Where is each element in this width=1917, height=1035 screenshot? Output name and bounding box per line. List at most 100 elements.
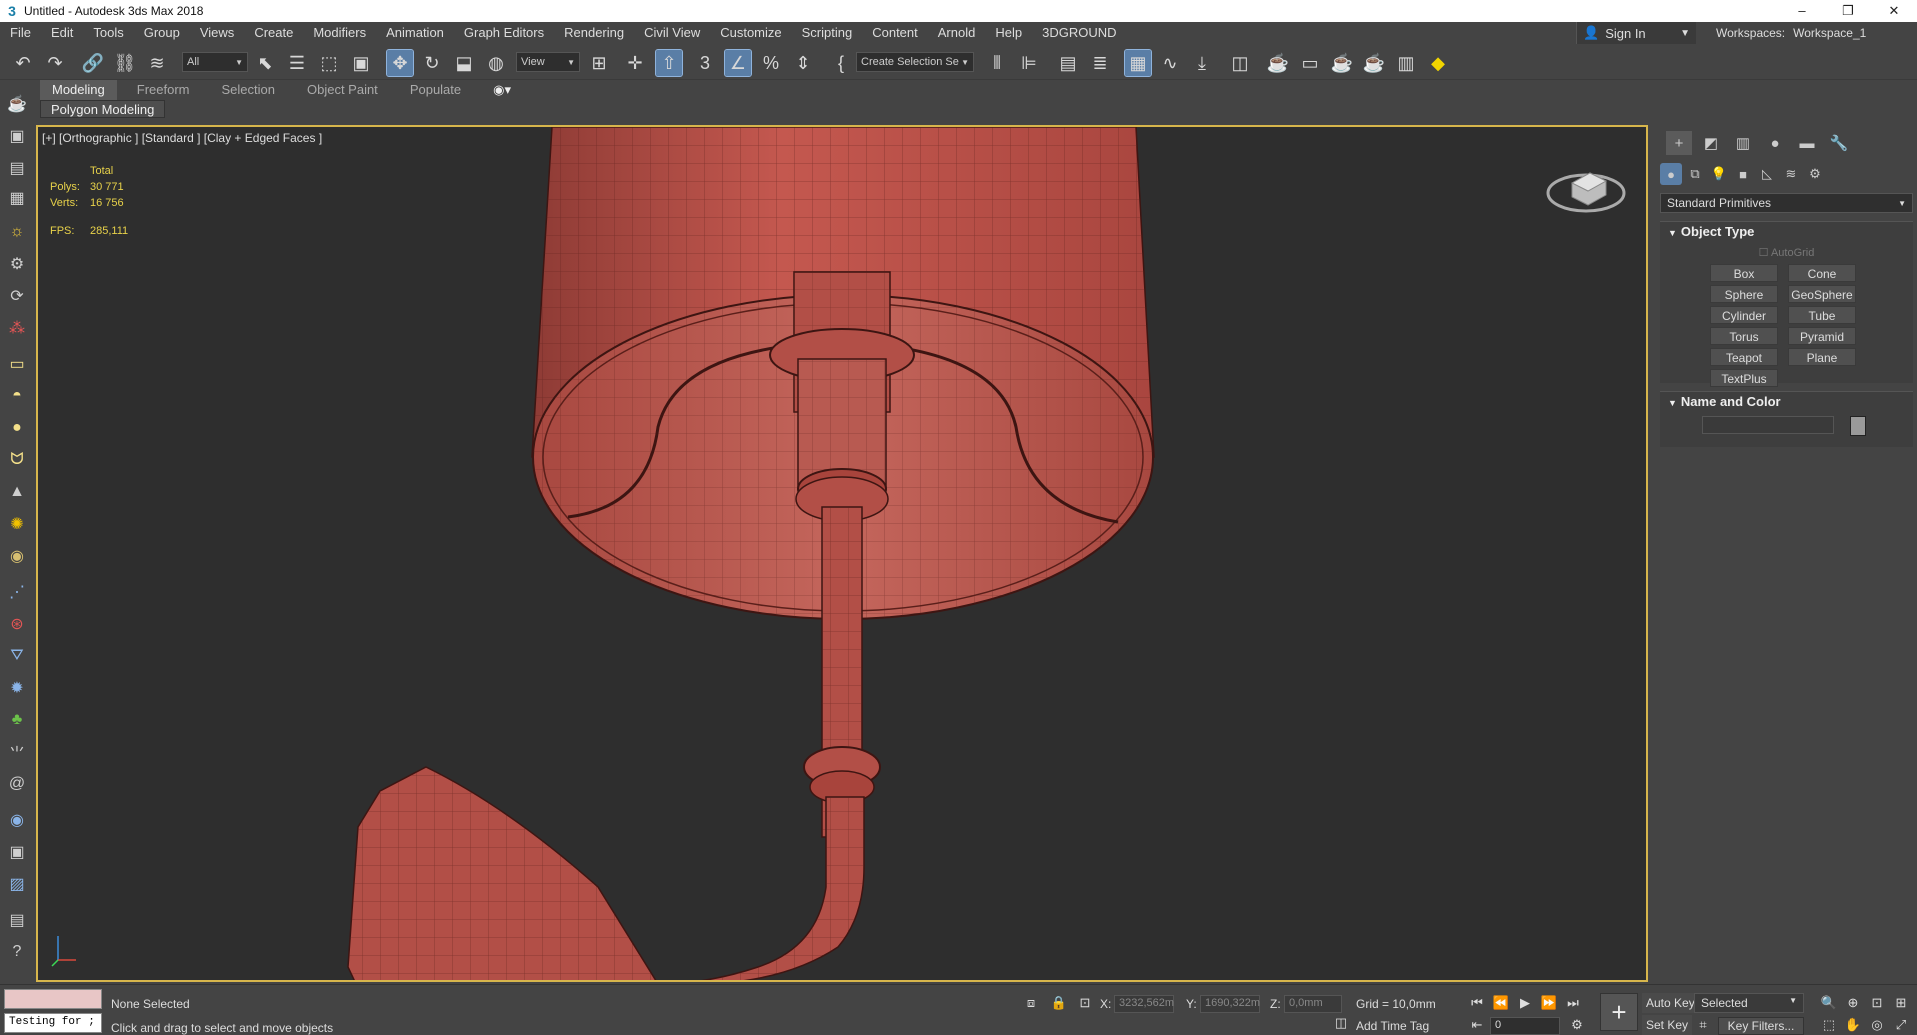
polygon-modeling-panel[interactable]: Polygon Modeling: [40, 100, 166, 118]
sphere-button[interactable]: Sphere: [1710, 285, 1778, 303]
current-frame-field[interactable]: 0: [1490, 1017, 1560, 1035]
grid-icon[interactable]: ▦: [5, 186, 29, 210]
render-iterative-icon[interactable]: ☕: [1361, 50, 1387, 76]
rectangular-selection-icon[interactable]: ⬚: [316, 50, 342, 76]
menu-arnold[interactable]: Arnold: [928, 22, 986, 44]
pan-icon[interactable]: ✋: [1842, 1015, 1864, 1035]
dome-icon[interactable]: ◓: [5, 384, 29, 408]
settings-icon[interactable]: ▤: [5, 908, 29, 932]
material-editor-icon[interactable]: ◫: [1227, 50, 1253, 76]
minimize-button[interactable]: –: [1779, 0, 1825, 22]
key-filters-button[interactable]: Key Filters...: [1718, 1017, 1804, 1035]
menu-create[interactable]: Create: [244, 22, 303, 44]
tab-freeform[interactable]: Freeform: [125, 80, 202, 100]
select-and-scale-icon[interactable]: ⬓: [451, 50, 477, 76]
keyboard-shortcut-override-icon[interactable]: ⇧: [655, 49, 683, 77]
maxscript-output[interactable]: Testing for ;: [4, 1013, 102, 1033]
restore-button[interactable]: ❐: [1825, 0, 1871, 22]
scene-explorer-icon[interactable]: ▤: [1055, 50, 1081, 76]
go-to-end-icon[interactable]: ⏭: [1562, 993, 1584, 1013]
set-key-button[interactable]: Set Key: [1642, 1015, 1693, 1035]
select-and-place-icon[interactable]: ◍: [483, 50, 509, 76]
zoom-all-icon[interactable]: ⊕: [1842, 993, 1864, 1013]
shapes-icon[interactable]: ⧉: [1684, 163, 1706, 185]
sign-in-button[interactable]: 👤 Sign In ▼: [1576, 22, 1696, 44]
menu-edit[interactable]: Edit: [41, 22, 83, 44]
link-icon[interactable]: 🔗: [80, 50, 106, 76]
pivot-center-icon[interactable]: ⊞: [586, 50, 612, 76]
spinner-snap-icon[interactable]: ⇕: [790, 50, 816, 76]
toggle-ribbon-icon[interactable]: ▦: [1124, 49, 1152, 77]
sun-icon[interactable]: ✺: [5, 512, 29, 536]
space-warps-icon[interactable]: ≋: [1780, 163, 1802, 185]
utilities-tab-icon[interactable]: 🔧: [1826, 131, 1852, 155]
viewport[interactable]: [+] [Orthographic ] [Standard ] [Clay + …: [36, 125, 1648, 982]
cone-button[interactable]: Cone: [1788, 264, 1856, 282]
create-tab-icon[interactable]: +: [1666, 131, 1692, 155]
tab-populate[interactable]: Populate: [398, 80, 473, 100]
window-crossing-icon[interactable]: ▣: [348, 50, 374, 76]
workspace-dropdown[interactable]: Workspace_1: [1793, 22, 1866, 44]
select-and-move-icon[interactable]: ✥: [386, 49, 414, 77]
physics-icon[interactable]: ⊛: [5, 612, 29, 636]
orbit-icon[interactable]: ◎: [1866, 1015, 1888, 1035]
edit-named-selection-icon[interactable]: {: [828, 50, 854, 76]
globe-icon[interactable]: ◉: [5, 808, 29, 832]
object-name-field[interactable]: [1702, 416, 1834, 434]
viewport-layout-icon[interactable]: ▣: [5, 124, 29, 148]
geometry-icon[interactable]: ●: [1660, 163, 1682, 185]
y-coordinate-field[interactable]: 1690,322m: [1200, 995, 1260, 1013]
render-icon[interactable]: ▣: [5, 840, 29, 864]
particle-icon[interactable]: ⁂: [5, 316, 29, 340]
select-by-name-icon[interactable]: ☰: [284, 50, 310, 76]
percent-snap-icon[interactable]: %: [758, 50, 784, 76]
named-selection-dropdown[interactable]: Create Selection Se ▼: [856, 52, 974, 72]
layer-explorer-icon[interactable]: ≣: [1087, 50, 1113, 76]
selection-filter-dropdown[interactable]: All ▼: [182, 52, 248, 72]
menu-group[interactable]: Group: [134, 22, 190, 44]
object-color-swatch[interactable]: [1850, 416, 1866, 436]
align-icon[interactable]: ⊫: [1016, 50, 1042, 76]
arnold-icon[interactable]: ◆: [1425, 50, 1451, 76]
torus-button[interactable]: Torus: [1710, 327, 1778, 345]
plane-button[interactable]: Plane: [1788, 348, 1856, 366]
helpers-icon[interactable]: ◺: [1756, 163, 1778, 185]
menu-help[interactable]: Help: [985, 22, 1032, 44]
zoom-icon[interactable]: 🔍: [1818, 993, 1840, 1013]
next-frame-icon[interactable]: ⏩: [1538, 993, 1560, 1013]
key-filter-icon[interactable]: ⌗: [1692, 1015, 1714, 1035]
pyramid-button[interactable]: Pyramid: [1788, 327, 1856, 345]
tab-modeling[interactable]: Modeling: [40, 80, 117, 100]
auto-key-button[interactable]: Auto Key: [1642, 993, 1699, 1013]
maximize-viewport-icon[interactable]: ⤢: [1890, 1015, 1912, 1035]
hair-icon[interactable]: ⺌: [5, 740, 29, 764]
camera-icon[interactable]: ⚙: [5, 252, 29, 276]
redo-icon[interactable]: ↷: [42, 50, 68, 76]
render-setup-icon[interactable]: ☕: [1265, 50, 1291, 76]
menu-animation[interactable]: Animation: [376, 22, 454, 44]
menu-3dground[interactable]: 3DGROUND: [1032, 22, 1126, 44]
render-in-cloud-icon[interactable]: ▥: [1393, 50, 1419, 76]
time-config-icon[interactable]: ⚙: [1566, 1015, 1588, 1035]
manipulate-icon[interactable]: ✛: [622, 50, 648, 76]
tube-button[interactable]: Tube: [1788, 306, 1856, 324]
plane-icon[interactable]: ▭: [5, 352, 29, 376]
cameras-icon[interactable]: ■: [1732, 163, 1754, 185]
render-production-icon[interactable]: ☕: [1329, 50, 1355, 76]
menu-modifiers[interactable]: Modifiers: [303, 22, 376, 44]
cylinder-button[interactable]: Cylinder: [1710, 306, 1778, 324]
add-time-tag[interactable]: Add Time Tag: [1356, 1019, 1429, 1033]
time-tag-icon[interactable]: ◫: [1330, 1013, 1352, 1033]
textplus-button[interactable]: TextPlus: [1710, 369, 1778, 387]
viewcube[interactable]: [1546, 157, 1626, 217]
geosphere-button[interactable]: GeoSphere: [1788, 285, 1856, 303]
menu-civil-view[interactable]: Civil View: [634, 22, 710, 44]
reference-coordinate-dropdown[interactable]: View ▼: [516, 52, 580, 72]
field-of-view-icon[interactable]: ⬚: [1818, 1015, 1840, 1035]
tab-object-paint[interactable]: Object Paint: [295, 80, 390, 100]
maxscript-mini-listener[interactable]: [4, 989, 102, 1009]
select-object-icon[interactable]: ⬉: [252, 50, 278, 76]
rendered-frame-window-icon[interactable]: ▭: [1297, 50, 1323, 76]
unlink-icon[interactable]: ⛓: [112, 50, 138, 76]
light-icon[interactable]: ☼: [5, 220, 29, 244]
